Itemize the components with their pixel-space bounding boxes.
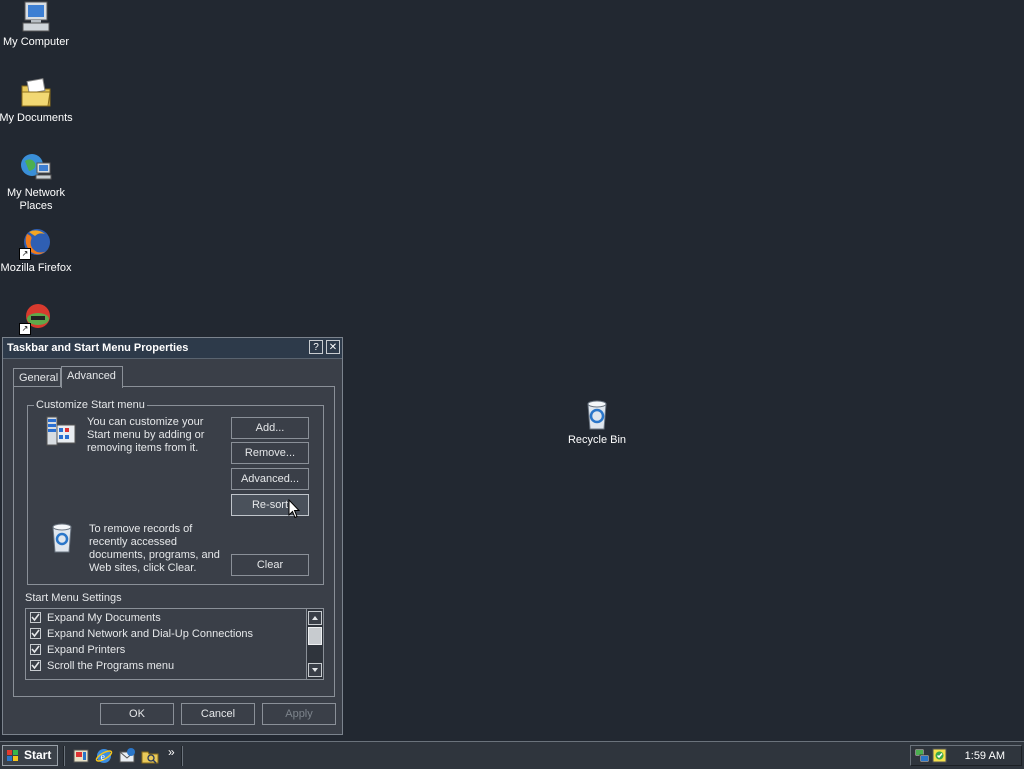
windows-explorer-icon[interactable] <box>141 747 159 765</box>
taskbar-properties-dialog: Taskbar and Start Menu Properties ? ✕ Ge… <box>2 337 343 735</box>
taskbar-separator <box>63 746 65 766</box>
close-button[interactable]: ✕ <box>326 340 340 354</box>
scroll-down-button[interactable] <box>308 663 322 677</box>
dialog-titlebar[interactable]: Taskbar and Start Menu Properties ? ✕ <box>3 338 342 359</box>
clock[interactable]: 1:59 AM <box>965 750 1005 762</box>
desktop-icon-my-computer[interactable]: My Computer <box>0 0 74 49</box>
start-menu-settings-list[interactable]: Expand My Documents Expand Network and D… <box>25 608 324 680</box>
desktop-icon-label: Mozilla Firefox <box>0 262 72 274</box>
tab-label: Advanced <box>67 370 116 382</box>
desktop-icon-label: My Computer <box>2 36 70 48</box>
clear-description: To remove records of recently accessed d… <box>89 523 220 574</box>
checkbox[interactable] <box>30 612 41 623</box>
desktop-icon-mozilla-firefox[interactable]: ↗ Mozilla Firefox <box>0 226 74 275</box>
desktop-icon-label: My Documents <box>0 112 73 124</box>
start-menu-settings-label: Start Menu Settings <box>25 592 122 604</box>
group-title: Customize Start menu <box>34 399 147 411</box>
tray-app-icon[interactable] <box>931 747 948 764</box>
taskbar: Start e » 1:59 AM <box>0 741 1024 769</box>
list-item-label: Expand Printers <box>47 644 126 656</box>
list-item[interactable]: Expand My Documents <box>30 610 161 626</box>
scroll-up-button[interactable] <box>308 611 322 625</box>
add-button[interactable]: Add... <box>231 417 309 439</box>
scroll-up-arrow-icon <box>312 616 318 620</box>
tab-general[interactable]: General <box>13 368 61 386</box>
list-scrollbar[interactable] <box>306 609 323 679</box>
list-item-label: Expand Network and Dial-Up Connections <box>47 628 254 640</box>
desktop-icon-my-network-places[interactable]: My Network Places <box>0 151 74 213</box>
desktop-icon-label: Recycle Bin <box>567 434 627 446</box>
windows-flag-icon <box>7 750 18 761</box>
desktop-icon-recycle-bin[interactable]: Recycle Bin <box>559 398 635 447</box>
scroll-down-arrow-icon <box>312 668 318 672</box>
cancel-button[interactable]: Cancel <box>181 703 255 725</box>
start-label: Start <box>24 748 52 762</box>
desktop-icon-app-shortcut[interactable]: ↗ <box>0 301 74 337</box>
network-connection-icon[interactable] <box>914 747 931 764</box>
outlook-express-icon[interactable] <box>118 747 136 765</box>
computer-icon <box>19 0 53 34</box>
recycle-records-icon <box>47 522 77 554</box>
system-tray: 1:59 AM <box>910 745 1022 766</box>
desktop-icon-label: My Network Places <box>6 187 66 212</box>
internet-explorer-icon[interactable]: e <box>95 747 113 765</box>
show-desktop-icon[interactable] <box>72 747 90 765</box>
app-shortcut-icon: ↗ <box>19 301 53 335</box>
apply-button[interactable]: Apply <box>262 703 336 725</box>
firefox-icon: ↗ <box>19 226 53 260</box>
dialog-title: Taskbar and Start Menu Properties <box>7 342 189 354</box>
list-item[interactable]: Scroll the Programs menu <box>30 658 174 674</box>
tab-label: General <box>19 372 59 384</box>
shortcut-arrow-icon: ↗ <box>19 323 31 335</box>
clear-button[interactable]: Clear <box>231 554 309 576</box>
quick-launch-more-chevron[interactable]: » <box>168 745 175 759</box>
desktop-icon-my-documents[interactable]: My Documents <box>0 76 74 125</box>
checkbox[interactable] <box>30 660 41 671</box>
tab-advanced[interactable]: Advanced <box>61 366 123 388</box>
list-item[interactable]: Expand Network and Dial-Up Connections <box>30 626 253 642</box>
list-item[interactable]: Expand Printers <box>30 642 125 658</box>
checkbox[interactable] <box>30 644 41 655</box>
start-button[interactable]: Start <box>2 745 58 766</box>
shortcut-arrow-icon: ↗ <box>19 248 31 260</box>
help-button[interactable]: ? <box>309 340 323 354</box>
recycle-bin-icon <box>580 398 614 432</box>
customize-description: You can customize your Start menu by add… <box>87 416 205 454</box>
svg-text:e: e <box>101 752 106 763</box>
scroll-thumb[interactable] <box>308 627 322 645</box>
remove-button[interactable]: Remove... <box>231 442 309 464</box>
list-item-label: Scroll the Programs menu <box>47 660 175 672</box>
checkbox[interactable] <box>30 628 41 639</box>
list-item-label: Expand My Documents <box>47 612 161 624</box>
network-places-icon <box>19 151 53 185</box>
ok-button[interactable]: OK <box>100 703 174 725</box>
documents-folder-icon <box>19 76 53 110</box>
start-menu-customize-icon <box>43 415 77 449</box>
mouse-cursor-icon <box>288 498 301 522</box>
taskbar-separator <box>181 746 183 766</box>
advanced-button[interactable]: Advanced... <box>231 468 309 490</box>
